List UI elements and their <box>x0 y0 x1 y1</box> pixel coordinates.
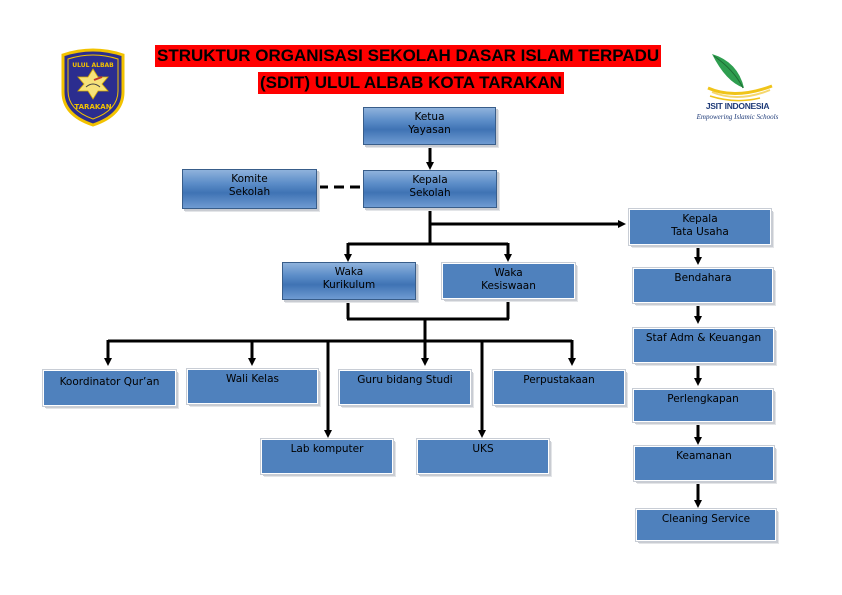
node-perpustakaan[interactable]: Perpustakaan <box>492 369 626 406</box>
node-staf-adm-keuangan[interactable]: Staf Adm & Keuangan <box>632 327 775 364</box>
node-label-line: Komite <box>231 173 268 185</box>
node-label: Lab komputer <box>290 443 364 455</box>
node-label: Wali Kelas <box>226 373 279 385</box>
node-wali-kelas[interactable]: Wali Kelas <box>186 368 319 405</box>
node-label: Cleaning Service <box>661 513 751 525</box>
node-bendahara[interactable]: Bendahara <box>632 267 774 304</box>
node-label: Staf Adm & Keuangan <box>645 332 762 344</box>
node-label: Koordinator Qur’an <box>59 376 160 388</box>
node-ketua-yayasan[interactable]: Ketua Yayasan <box>363 107 496 145</box>
node-kepala-tata-usaha[interactable]: Kepala Tata Usaha <box>628 208 772 246</box>
node-label: Perlengkapan <box>667 393 739 405</box>
node-waka-kesiswaan[interactable]: Waka Kesiswaan <box>441 262 576 300</box>
node-label-line: Kepala <box>682 213 718 225</box>
node-label-line: Ketua <box>414 111 445 123</box>
node-label: Guru bidang Studi <box>357 374 453 386</box>
org-chart-page: ULUL ALBAB TARAKAN STRUKTUR ORGANISASI S… <box>0 0 842 595</box>
node-uks[interactable]: UKS <box>416 438 550 475</box>
node-label: UKS <box>472 443 494 455</box>
node-label: Keamanan <box>676 450 732 462</box>
node-label-line: Kurikulum <box>322 279 376 291</box>
node-label-line: Waka <box>334 266 364 278</box>
node-komite-sekolah[interactable]: Komite Sekolah <box>182 169 317 209</box>
node-label: Bendahara <box>674 272 732 284</box>
node-guru-bidang-studi[interactable]: Guru bidang Studi <box>338 369 472 406</box>
node-kepala-sekolah[interactable]: Kepala Sekolah <box>363 170 497 208</box>
node-label-line: Tata Usaha <box>671 226 729 238</box>
node-waka-kurikulum[interactable]: Waka Kurikulum <box>282 262 416 300</box>
node-perlengkapan[interactable]: Perlengkapan <box>632 388 774 423</box>
node-koordinator-quran[interactable]: Koordinator Qur’an <box>42 369 177 407</box>
node-cleaning-service[interactable]: Cleaning Service <box>635 508 777 542</box>
node-label-line: Kepala <box>412 174 448 186</box>
node-label-line: Kesiswaan <box>481 280 536 292</box>
node-label-line: Yayasan <box>408 124 451 136</box>
node-keamanan[interactable]: Keamanan <box>633 445 775 482</box>
node-label-line: Sekolah <box>409 187 451 199</box>
node-label-line: Waka <box>494 267 523 279</box>
node-label-line: Sekolah <box>228 186 271 198</box>
node-label: Perpustakaan <box>523 374 595 386</box>
node-lab-komputer[interactable]: Lab komputer <box>260 438 394 475</box>
